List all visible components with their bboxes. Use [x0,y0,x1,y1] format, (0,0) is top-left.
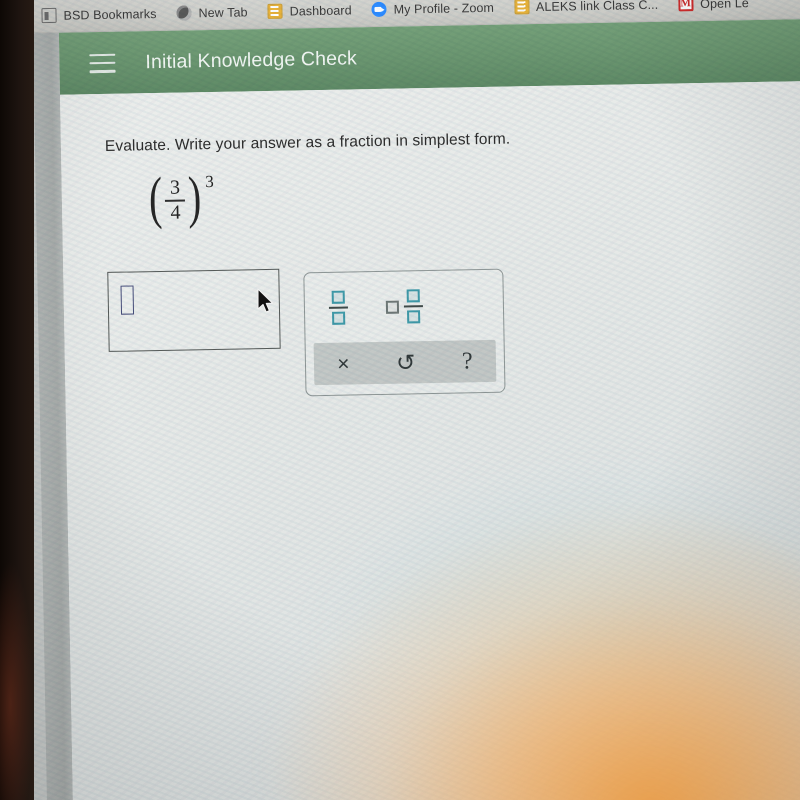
math-keypad: × ↺ ? [303,268,506,397]
fraction-icon-denominator-box [332,311,346,325]
bookmark-bsd-bookmarks[interactable]: BSD Bookmarks [32,4,167,25]
bezel-glow [0,560,34,800]
hamburger-icon[interactable] [89,53,116,73]
folder-icon [41,7,57,24]
answer-caret-placeholder[interactable] [120,285,135,315]
bookmark-label: Dashboard [289,2,352,19]
fraction-denominator: 4 [170,201,181,224]
screen-glare-cool [320,459,800,800]
zoom-camera-icon [371,1,387,18]
fraction-button[interactable] [328,290,349,325]
globe-icon [176,5,192,21]
question-prompt: Evaluate. Write your answer as a fractio… [104,130,511,155]
merriam-m-icon: M [678,0,694,12]
fraction-icon-bar [328,306,348,309]
fraction-icon-bar [403,305,423,308]
bookmark-my-profile-zoom[interactable]: My Profile - Zoom [362,0,505,19]
clear-button[interactable]: × [337,352,350,375]
fraction-icon-numerator-box [331,290,345,304]
laptop-screen: BSD Bookmarks New Tab Dashboard My Profi… [0,0,800,800]
screenshot-root: BSD Bookmarks New Tab Dashboard My Profi… [0,0,800,800]
bookmark-label: New Tab [198,4,248,20]
aleks-app: Initial Knowledge Check Que Evaluate. Wr… [58,18,800,800]
fraction-icon [328,290,349,325]
fraction-three-fourths: 3 4 [165,176,186,224]
page-title: Initial Knowledge Check [145,46,358,73]
fraction-icon-numerator-box [406,289,420,303]
help-button[interactable]: ? [462,348,473,374]
hamburger-bar [89,69,116,73]
bookmark-dashboard[interactable]: Dashboard [258,0,362,21]
canvas-icon [513,0,530,15]
keypad-action-bar: × ↺ ? [313,339,497,386]
bookmark-new-tab[interactable]: New Tab [167,2,258,23]
mixed-whole-box [385,300,400,314]
mixed-fraction-part [403,289,424,324]
undo-button[interactable]: ↺ [396,349,416,375]
fraction-numerator: 3 [169,176,181,199]
screen-glare-orange [261,499,800,800]
bookmark-label: ALEKS link Class C... [535,0,659,14]
hamburger-bar [89,61,116,65]
exponent: 3 [205,171,214,192]
bookmark-aleks-link-class[interactable]: ALEKS link Class C... [505,0,670,17]
mixed-number-button[interactable] [385,289,424,324]
math-expression: ( 3 4 ) 3 [145,164,214,231]
question-content: Evaluate. Write your answer as a fractio… [60,80,800,800]
close-paren: ) [187,164,203,230]
bookmark-label: My Profile - Zoom [393,0,495,17]
answer-input[interactable] [107,268,281,352]
fraction-icon-denominator-box [407,310,421,324]
keypad-glyph-row [304,270,503,344]
open-paren: ( [148,164,163,231]
bookmark-label: BSD Bookmarks [63,6,157,23]
bookmark-label: Open Le [700,0,749,11]
mixed-number-icon [385,289,424,324]
hamburger-bar [89,53,116,57]
canvas-icon [267,3,283,19]
bookmark-open-learning[interactable]: M Open Le [669,0,760,14]
application-area: Initial Knowledge Check Que Evaluate. Wr… [0,18,800,800]
